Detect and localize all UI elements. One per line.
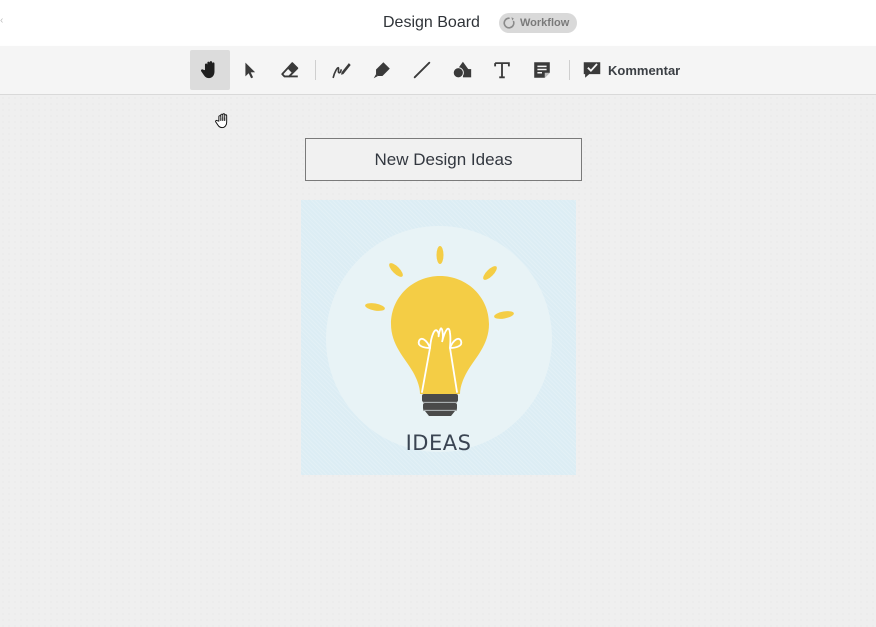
workflow-sync-icon xyxy=(502,16,516,30)
line-tool-button[interactable] xyxy=(402,50,442,90)
hand-icon xyxy=(200,61,215,79)
pointer-icon xyxy=(245,62,256,79)
board-canvas[interactable]: New Design Ideas IDEAS xyxy=(0,95,876,627)
title-bar: ‹ Design Board Workflow xyxy=(0,0,876,46)
select-tool-button[interactable] xyxy=(230,50,270,90)
shapes-tool-button[interactable] xyxy=(442,50,482,90)
comment-label: Kommentar xyxy=(608,62,681,78)
ideas-image[interactable]: IDEAS xyxy=(301,200,576,475)
eraser-icon xyxy=(281,62,299,78)
comment-button[interactable]: Kommentar xyxy=(578,50,688,90)
line-icon xyxy=(413,61,431,79)
drawing-toolbar: Kommentar xyxy=(0,46,876,95)
sticky-note-icon xyxy=(534,62,550,78)
hand-cursor-icon xyxy=(214,112,232,130)
workflow-label: Workflow xyxy=(520,17,570,29)
heading-text: New Design Ideas xyxy=(374,149,513,169)
hand-tool-button[interactable] xyxy=(190,50,230,90)
collapsed-panel-edge[interactable]: ‹ xyxy=(0,16,3,26)
text-tool-button[interactable] xyxy=(482,50,522,90)
highlighter-tool-button[interactable] xyxy=(362,50,402,90)
bulb-base xyxy=(422,394,458,416)
comment-icon xyxy=(583,62,601,78)
ideas-caption: IDEAS xyxy=(405,431,472,455)
heading-text-box[interactable]: New Design Ideas xyxy=(305,138,582,181)
eraser-tool-button[interactable] xyxy=(270,50,310,90)
shapes-icon xyxy=(452,61,472,79)
text-icon xyxy=(494,62,510,79)
pen-icon xyxy=(332,63,351,79)
pen-tool-button[interactable] xyxy=(322,50,362,90)
sticky-note-tool-button[interactable] xyxy=(522,50,562,90)
toolbar-separator xyxy=(315,60,316,80)
board-title: Design Board xyxy=(383,14,480,31)
highlighter-icon xyxy=(373,62,390,79)
workflow-badge[interactable]: Workflow xyxy=(499,13,577,33)
toolbar-separator xyxy=(569,60,570,80)
